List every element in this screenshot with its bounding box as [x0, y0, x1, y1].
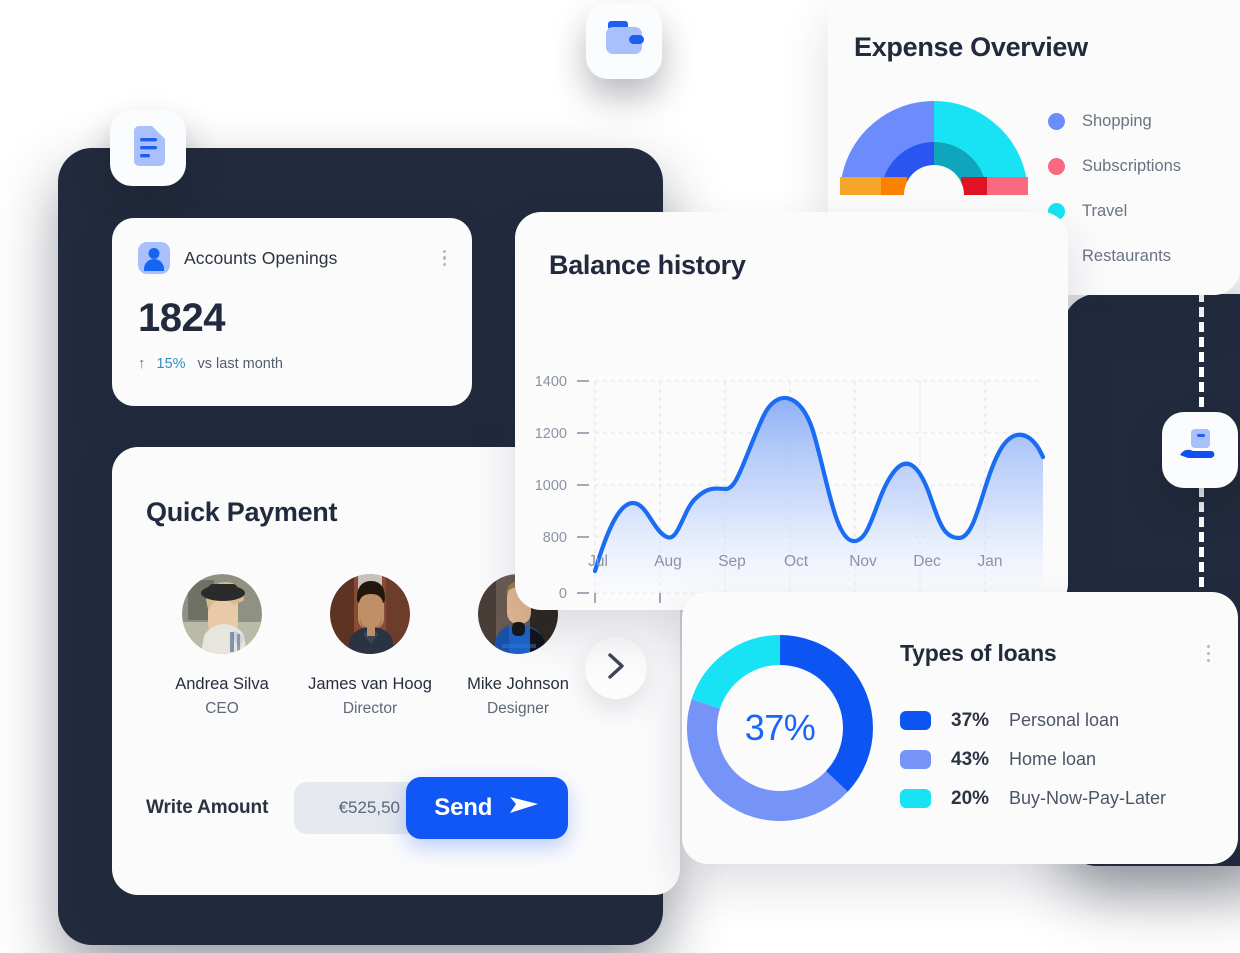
legend-color-swatch-bnpl: [900, 789, 931, 808]
trend-caption: vs last month: [197, 355, 283, 372]
legend-item[interactable]: 20% Buy-Now-Pay-Later: [900, 779, 1238, 818]
y-tick-label: 0: [559, 586, 567, 602]
person-icon: [138, 242, 170, 274]
balance-history-title: Balance history: [549, 250, 746, 280]
types-of-loans-title: Types of loans: [900, 640, 1057, 666]
legend-label: Subscriptions: [1082, 157, 1182, 175]
x-tick-label: Oct: [784, 553, 809, 570]
legend-label: Shopping: [1082, 112, 1152, 130]
legend-label: Travel: [1082, 202, 1128, 220]
wallet-icon: [604, 20, 644, 62]
accounts-openings-value: 1824: [138, 296, 225, 340]
expense-overview-title: Expense Overview: [854, 32, 1088, 62]
y-tick-label: 1400: [535, 374, 567, 390]
arrow-up-icon: ↑: [138, 355, 146, 372]
legend-label: Personal loan: [1009, 710, 1120, 730]
legend-color-dot-subscriptions: [1048, 158, 1065, 175]
balance-history-card: Balance history 1400 1200 1000 800 0 Jul…: [515, 212, 1068, 610]
legend-item[interactable]: Shopping: [1048, 99, 1181, 144]
x-tick-label: Jan: [978, 553, 1003, 570]
center-percent: 37%: [744, 707, 816, 748]
legend-color-dot-shopping: [1048, 113, 1065, 130]
balance-history-chart: 1400 1200 1000 800 0 Jul Aug Sep Oct Nov…: [515, 281, 1068, 616]
person-name: Mike Johnson: [467, 675, 569, 693]
legend-label: Restaurants: [1082, 247, 1171, 265]
person-name: Andrea Silva: [175, 675, 269, 693]
person-role: Designer: [486, 700, 550, 717]
legend-item[interactable]: 43% Home loan: [900, 740, 1238, 779]
x-tick-label: Dec: [913, 553, 941, 570]
illustration-stage: Expense Overview Shopping Subscriptions …: [0, 0, 1240, 953]
accounts-openings-header: Accounts Openings: [112, 218, 472, 274]
document-icon: [131, 125, 165, 171]
next-people-button[interactable]: [585, 637, 647, 699]
y-tick-label: 1000: [535, 478, 567, 494]
trend-percent: 15%: [156, 355, 186, 372]
document-icon-tile[interactable]: [110, 110, 186, 186]
legend-label: Home loan: [1009, 749, 1097, 769]
legend-percent: 43%: [951, 748, 990, 770]
legend-color-swatch-home-loan: [900, 750, 931, 769]
hand-holding-card-icon-tile[interactable]: [1162, 412, 1238, 488]
person-role: CEO: [205, 700, 239, 717]
legend-color-swatch-personal-loan: [900, 711, 931, 730]
types-of-loans-card: 37% Types of loans 37% Personal loan 43%…: [682, 592, 1238, 864]
quick-payment-amount-row: Write Amount €525,50 Send: [146, 777, 646, 839]
list-item[interactable]: James van Hoog Director: [296, 574, 444, 718]
accounts-openings-trend: ↑ 15% vs last month: [112, 341, 472, 372]
list-item[interactable]: Andrea Silva CEO: [148, 574, 296, 718]
x-tick-label: Aug: [654, 553, 682, 570]
person-name: James van Hoog: [308, 675, 432, 693]
kebab-menu-icon[interactable]: [442, 249, 446, 267]
person-role: Director: [342, 700, 398, 717]
x-tick-label: Jul: [588, 553, 608, 570]
chevron-right-icon: [606, 652, 626, 685]
send-button[interactable]: Send: [406, 777, 569, 839]
avatar: [182, 574, 262, 654]
loans-donut-center-label: 37%: [680, 628, 880, 828]
x-tick-label: Sep: [718, 553, 746, 570]
accounts-openings-card: Accounts Openings 1824 ↑ 15% vs last mon…: [112, 218, 472, 406]
x-tick-label: Nov: [849, 553, 877, 570]
legend-item[interactable]: 37% Personal loan: [900, 701, 1238, 740]
write-amount-label: Write Amount: [146, 797, 269, 818]
kebab-menu-icon[interactable]: [1206, 645, 1210, 662]
legend-percent: 20%: [951, 787, 990, 809]
legend-percent: 37%: [951, 709, 990, 731]
legend-label: Buy-Now-Pay-Later: [1009, 788, 1167, 808]
hand-holding-card-icon: [1178, 428, 1222, 472]
send-button-label: Send: [434, 794, 493, 821]
wallet-icon-tile[interactable]: [586, 3, 662, 79]
paper-plane-icon: [510, 794, 540, 823]
y-tick-label: 1200: [535, 426, 567, 442]
avatar: [330, 574, 410, 654]
y-tick-label: 800: [543, 530, 567, 546]
legend-item[interactable]: Subscriptions: [1048, 144, 1181, 189]
accounts-openings-title: Accounts Openings: [184, 247, 338, 268]
